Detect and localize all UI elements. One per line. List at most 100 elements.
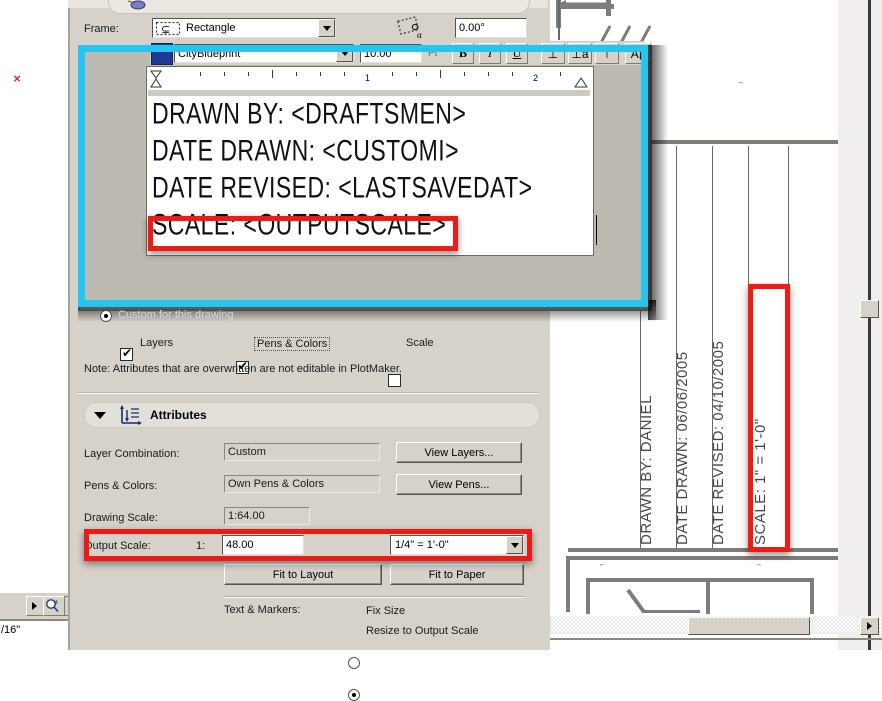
text-caret <box>596 215 597 245</box>
radio-fix-size-label: Fix Size <box>366 605 406 617</box>
window-right-edge <box>868 0 871 650</box>
align-left-button[interactable]: ⊥ <box>541 43 565 64</box>
layer-combination-label: Layer Combination: <box>84 448 180 460</box>
svg-text:α: α <box>417 30 422 40</box>
registration-mark: ¬ <box>756 560 761 569</box>
frame-shape-dropdown[interactable]: ⊊ Rectangle <box>152 18 336 38</box>
output-scale-preset-dropdown[interactable]: 1/4" = 1'-0" <box>390 535 524 555</box>
attributes-title: Attributes <box>150 408 207 422</box>
divider <box>548 638 882 640</box>
output-scale-prefix: 1: <box>196 540 206 552</box>
horizontal-scrollbar-thumb[interactable] <box>688 617 810 635</box>
left-white-strip <box>0 0 68 592</box>
text-markers-label: Text & Markers: <box>224 604 301 616</box>
font-name-dropdown[interactable]: CityBlueprint <box>174 44 354 63</box>
radio-custom-for-drawing[interactable] <box>100 310 112 322</box>
registration-mark: ⌐ <box>600 560 605 569</box>
view-pens-button[interactable]: View Pens... <box>396 474 522 495</box>
close-icon[interactable]: × <box>10 72 24 86</box>
door-leaf-icon <box>626 588 646 614</box>
font-size-input[interactable]: 10.00 <box>360 44 422 63</box>
cad-right-margin <box>838 0 882 650</box>
section-divider <box>78 392 538 394</box>
frame-shape-value: Rectangle <box>186 22 236 34</box>
rotation-angle-icon: α <box>397 16 422 40</box>
text-color-swatch[interactable] <box>151 43 173 65</box>
drawing-link-icon <box>127 0 146 10</box>
text-editor-content[interactable]: DRAWN BY: <DRAFTSMEN> DATE DRAWN: <CUSTO… <box>152 96 582 246</box>
frame-label: Frame: <box>84 23 119 35</box>
cad-date-drawn-text: DATE DRAWN: 06/06/2005 <box>674 351 691 545</box>
font-name-value: CityBlueprint <box>178 47 241 60</box>
align-center-button[interactable]: ⊤ <box>595 43 619 64</box>
drawing-scale-label: Drawing Scale: <box>84 512 158 524</box>
title-block-column-rule <box>788 146 789 548</box>
triangle-right-icon <box>867 622 872 630</box>
divider <box>0 619 70 621</box>
wall-segment <box>566 556 570 612</box>
pens-colors-label: Pens & Colors: <box>84 480 158 492</box>
registration-mark: ¬ <box>738 78 743 87</box>
ruler-number: 2 <box>533 73 539 83</box>
checkbox-layers[interactable] <box>120 346 133 361</box>
ruler-number: 1 <box>365 73 371 83</box>
chevron-down-icon[interactable] <box>506 536 523 554</box>
bold-button[interactable]: B <box>452 43 474 64</box>
wall-segment <box>586 578 708 582</box>
checkbox-pens-colors-label: Pens & Colors <box>254 337 331 351</box>
align-sub-button[interactable]: ⊥a <box>568 43 592 64</box>
fit-to-paper-button[interactable]: Fit to Paper <box>390 564 524 585</box>
wall-segment <box>710 578 814 582</box>
magnifier-icon: ± <box>46 599 59 613</box>
output-scale-input[interactable]: 48.00 <box>222 535 304 555</box>
wall-segment <box>706 578 710 614</box>
title-block-bottom-rule <box>568 548 858 552</box>
title-block-column-rule <box>748 146 749 548</box>
text-line-scale: SCALE: <OUTPUTSCALE> <box>152 208 447 242</box>
scroll-right-arrow-button[interactable] <box>860 617 879 635</box>
chevron-down-icon[interactable] <box>318 19 335 37</box>
drawing-scale-value: 1:64.00 <box>224 507 310 525</box>
chevron-down-icon[interactable] <box>336 45 353 62</box>
font-size-unit-label: Pt <box>428 48 438 59</box>
layer-combination-value: Custom <box>224 443 380 461</box>
radio-fix-size[interactable] <box>348 657 360 669</box>
view-layers-button[interactable]: View Layers... <box>396 442 522 463</box>
checkbox-scale[interactable] <box>388 374 401 387</box>
output-scale-preset-value: 1/4" = 1'-0" <box>395 539 449 551</box>
svg-text:±: ± <box>55 600 59 606</box>
scale-readout: /16" <box>1 624 21 636</box>
window-drop-shadow-right <box>648 45 668 320</box>
indent-marker-left-icon[interactable] <box>149 69 163 89</box>
wall-segment <box>810 578 814 614</box>
radio-custom-label: Custom for this drawing <box>118 309 234 321</box>
vertical-scrollbar-thumb[interactable] <box>860 300 879 318</box>
output-scale-label: Output Scale: <box>84 540 151 552</box>
frame-angle-input[interactable]: 0.00° <box>455 18 527 38</box>
wall-segment <box>566 556 858 560</box>
radio-resize-label: Resize to Output Scale <box>366 625 479 637</box>
editor-ruler[interactable]: 1 2 <box>148 68 590 91</box>
checkbox-layers-label: Layers <box>140 337 174 349</box>
pens-colors-value: Own Pens & Colors <box>224 475 380 493</box>
arrow-annotation-icon <box>558 0 608 8</box>
italic-button[interactable]: I <box>479 43 501 64</box>
underline-button[interactable]: U <box>506 43 528 64</box>
sheet-border <box>558 0 560 40</box>
scroll-right-button[interactable] <box>26 596 44 616</box>
overwrite-note: Note: Attributes that are overwritten ar… <box>84 363 402 375</box>
attributes-axes-icon <box>120 405 142 425</box>
checkbox-scale-label: Scale <box>406 337 434 349</box>
cad-scale-text: SCALE: 1" = 1'-0" <box>752 418 769 545</box>
fit-to-layout-button[interactable]: Fit to Layout <box>224 564 382 585</box>
panel-header[interactable] <box>108 0 530 14</box>
rectangle-frame-icon: ⊊ <box>155 21 181 36</box>
radio-resize-to-output-scale[interactable] <box>348 689 360 701</box>
triangle-down-icon[interactable] <box>94 412 106 419</box>
wall-segment <box>586 578 590 614</box>
svg-text:⊊: ⊊ <box>161 24 170 36</box>
cad-date-revised-text: DATE REVISED: 04/10/2005 <box>710 340 727 545</box>
cad-drawn-by-text: DRAWN BY: DANIEL <box>638 395 655 545</box>
indent-marker-right-icon[interactable] <box>574 77 588 89</box>
section-divider <box>224 596 524 598</box>
